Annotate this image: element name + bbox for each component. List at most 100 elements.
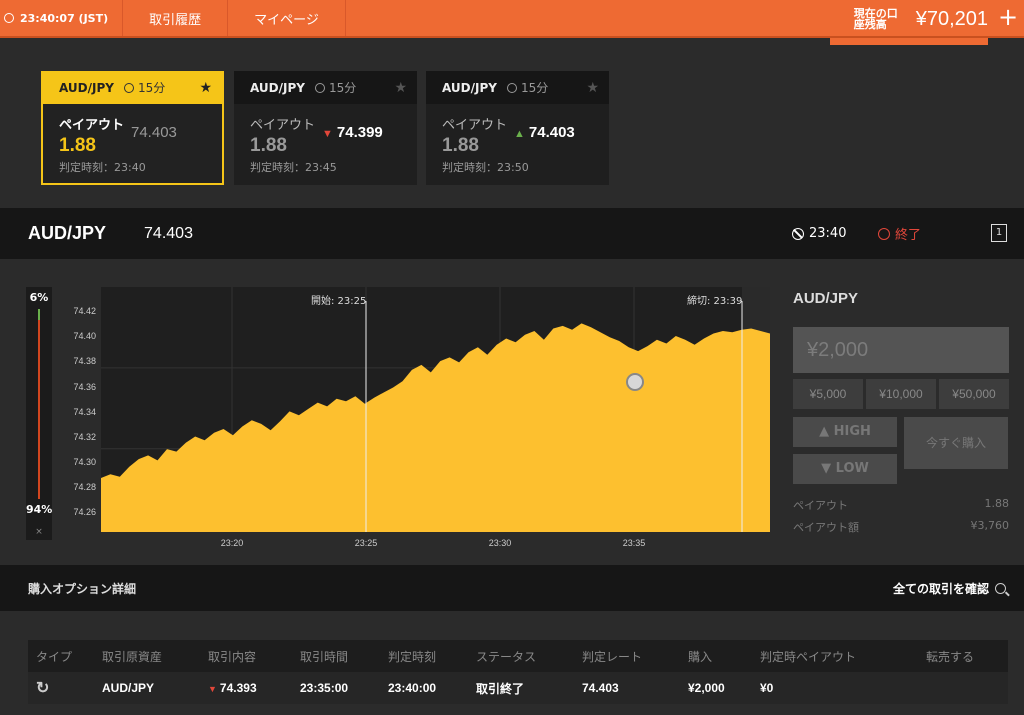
sentiment-gauge: 6% 94% × bbox=[26, 287, 52, 540]
payout-value: 1.88 bbox=[984, 497, 1010, 510]
arrow-down-icon: ▼ bbox=[821, 461, 836, 476]
cell-content-text: 74.393 bbox=[219, 681, 257, 695]
high-button[interactable]: ▲ HIGH bbox=[793, 417, 897, 447]
tile-rate: 74.403 bbox=[131, 124, 177, 141]
cell-type: ↻ bbox=[28, 672, 94, 704]
x-tick-label: 23:20 bbox=[220, 538, 244, 548]
clock-icon bbox=[4, 13, 14, 23]
tile-period: 15分 bbox=[123, 79, 165, 96]
payout-row: ペイアウト 1.88 bbox=[793, 497, 1009, 513]
col-trade-time: 取引時間 bbox=[292, 640, 380, 672]
y-tick-label: 74.36 bbox=[73, 381, 96, 392]
asset-name: AUD/JPY bbox=[28, 223, 107, 243]
window-icon[interactable]: 1 bbox=[991, 224, 1007, 242]
cell-payout: ¥0 bbox=[752, 672, 918, 704]
tile-rate-text: 74.403 bbox=[131, 124, 177, 141]
high-button-label: HIGH bbox=[833, 424, 871, 439]
tile-rate: ▲ 74.403 bbox=[514, 124, 575, 141]
preset-5000-button[interactable]: ¥5,000 bbox=[793, 379, 863, 409]
close-icon[interactable]: × bbox=[26, 527, 52, 537]
x-tick-label: 23:35 bbox=[622, 538, 646, 548]
trade-buttons: ▲ HIGH ▼ LOW 今すぐ購入 bbox=[793, 417, 1009, 487]
cell-trade-time: 23:35:00 bbox=[292, 672, 380, 704]
tile-header: AUD/JPY 15分 ★ bbox=[426, 71, 609, 104]
balance-value: ¥70,201 bbox=[915, 7, 988, 30]
tile-period-text: 15分 bbox=[328, 81, 357, 95]
plus-icon[interactable]: + bbox=[996, 5, 1020, 30]
cell-asset: AUD/JPY bbox=[94, 672, 200, 704]
nav-my-page[interactable]: マイページ bbox=[228, 0, 346, 36]
amount-input[interactable]: ¥2,000 bbox=[793, 327, 1009, 373]
tile-judge-time: 判定時刻：23:40 bbox=[59, 161, 146, 174]
option-tile-1[interactable]: AUD/JPY 15分 ★ ペイアウト 1.88 判定時刻：23:40 74.4… bbox=[41, 71, 224, 185]
gauge-bar bbox=[38, 309, 40, 499]
tile-judge-time: 判定時刻：23:45 bbox=[250, 161, 337, 174]
col-payout: 判定時ペイアウト bbox=[752, 640, 918, 672]
tile-body: ペイアウト 1.88 判定時刻：23:50 ▲ 74.403 bbox=[426, 104, 609, 175]
col-type: タイプ bbox=[28, 640, 94, 672]
low-button[interactable]: ▼ LOW bbox=[793, 454, 897, 484]
view-all-trades-link[interactable]: 全ての取引を確認 bbox=[893, 580, 1006, 597]
cell-purchase: ¥2,000 bbox=[680, 672, 752, 704]
cell-status: 取引終了 bbox=[468, 672, 574, 704]
arrow-down-icon: ▼ bbox=[322, 128, 333, 140]
clock-icon bbox=[314, 82, 325, 93]
col-resell: 転売する bbox=[918, 640, 1008, 672]
tile-rate: ▼ 74.399 bbox=[322, 124, 383, 141]
no-entry-icon bbox=[792, 227, 804, 240]
history-icon bbox=[878, 227, 890, 240]
y-tick-label: 74.40 bbox=[73, 331, 96, 342]
balance-label: 現在の口座残高 bbox=[853, 7, 898, 31]
payout-label: ペイアウト bbox=[793, 499, 848, 512]
arrow-up-icon: ▲ bbox=[819, 424, 834, 439]
details-title: 購入オプション詳細 bbox=[28, 581, 137, 596]
tile-pair: AUD/JPY bbox=[442, 80, 497, 95]
gauge-bar-high bbox=[38, 309, 40, 321]
y-tick-label: 74.28 bbox=[73, 482, 96, 493]
tile-period: 15分 bbox=[314, 79, 357, 96]
details-bar: 購入オプション詳細 全ての取引を確認 bbox=[0, 565, 1024, 611]
end-marker-label: 締切: 23:39 bbox=[687, 296, 743, 307]
judge-timer-text: 23:40 bbox=[809, 226, 847, 241]
preset-10000-button[interactable]: ¥10,000 bbox=[866, 379, 936, 409]
nav-trade-history[interactable]: 取引履歴 bbox=[123, 0, 229, 36]
view-all-trades-text: 全ての取引を確認 bbox=[892, 581, 989, 596]
tile-rate-text: 74.403 bbox=[528, 124, 575, 141]
gauge-high-pct: 6% bbox=[29, 291, 49, 304]
y-tick-label: 74.42 bbox=[73, 306, 96, 317]
clock-text: 23:40:07 (JST) bbox=[20, 11, 109, 25]
gauge-low-pct: 94% bbox=[26, 503, 53, 516]
tile-period-text: 15分 bbox=[520, 81, 549, 95]
star-icon[interactable]: ★ bbox=[394, 80, 407, 96]
preset-50000-button[interactable]: ¥50,000 bbox=[939, 379, 1009, 409]
y-axis: 74.42 74.40 74.38 74.36 74.34 74.32 74.30 74.28… bbox=[60, 287, 100, 532]
tile-pair: AUD/JPY bbox=[250, 80, 305, 95]
payout-amount-value: ¥3,760 bbox=[970, 519, 1010, 532]
asset-rate: 74.403 bbox=[144, 224, 193, 242]
cell-content: ▼ 74.393 bbox=[200, 672, 292, 704]
col-judge-time: 判定時刻 bbox=[380, 640, 468, 672]
buy-now-button[interactable]: 今すぐ購入 bbox=[904, 417, 1008, 469]
star-icon[interactable]: ★ bbox=[586, 80, 599, 96]
x-tick-label: 23:30 bbox=[488, 538, 512, 548]
option-tile-3[interactable]: AUD/JPY 15分 ★ ペイアウト 1.88 判定時刻：23:50 ▲ 74.… bbox=[426, 71, 609, 185]
clock: 23:40:07 (JST) bbox=[0, 0, 124, 36]
star-icon[interactable]: ★ bbox=[199, 80, 212, 96]
top-bar: 23:40:07 (JST) 取引履歴 マイページ 現在の口座残高 ¥70,20… bbox=[0, 0, 1024, 38]
table-header-row: タイプ 取引原資産 取引内容 取引時間 判定時刻 ステータス 判定レート 購入 … bbox=[28, 640, 1008, 672]
arrow-up-icon: ▲ bbox=[514, 128, 525, 140]
cell-judge-time: 23:40:00 bbox=[380, 672, 468, 704]
col-asset: 取引原資産 bbox=[94, 640, 200, 672]
arrow-down-icon: ▼ bbox=[208, 684, 217, 694]
low-button-label: LOW bbox=[835, 461, 869, 476]
tile-judge-time: 判定時刻：23:50 bbox=[442, 161, 529, 174]
option-tile-2[interactable]: AUD/JPY 15分 ★ ペイアウト 1.88 判定時刻：23:45 ▼ 74.… bbox=[234, 71, 417, 185]
asset-bar: AUD/JPY 74.403 23:40 終了 1 bbox=[0, 208, 1024, 259]
amount-presets: ¥5,000 ¥10,000 ¥50,000 bbox=[793, 379, 1009, 409]
balance-underline bbox=[830, 38, 988, 45]
turbo-type-icon: ↻ bbox=[36, 680, 50, 697]
table-row[interactable]: ↻ AUD/JPY ▼ 74.393 23:35:00 23:40:00 取引終了… bbox=[28, 672, 1008, 704]
account-balance: 現在の口座残高 ¥70,201 bbox=[854, 0, 988, 38]
ended-status-text: 終了 bbox=[895, 228, 922, 243]
payout-amount-label: ペイアウト額 bbox=[793, 521, 859, 534]
